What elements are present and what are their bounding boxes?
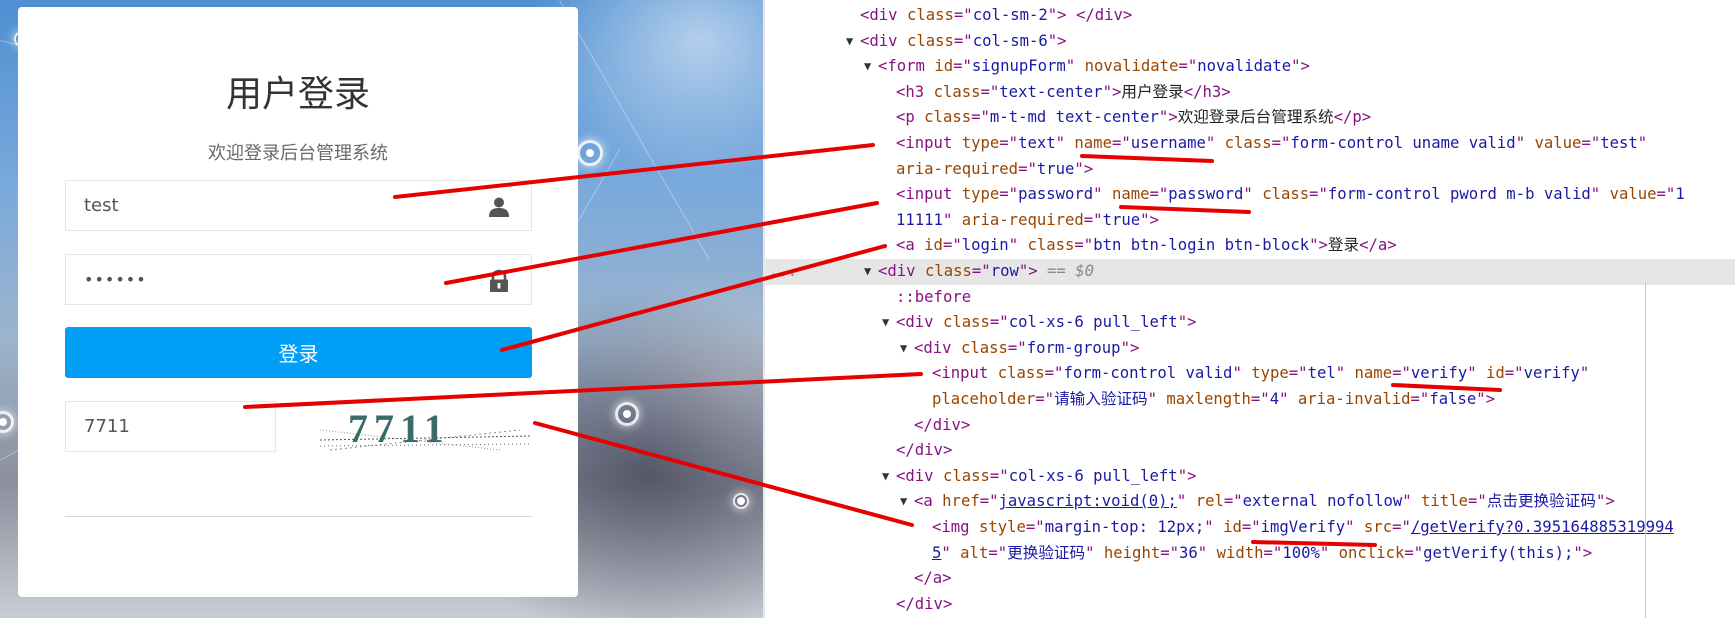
username-value: test — [84, 195, 119, 216]
code-text: <input type="password" name="password" c… — [896, 185, 1685, 204]
decorative-node — [615, 402, 639, 426]
dom-node-row[interactable]: <input class="form-control valid" type="… — [765, 361, 1735, 387]
dom-node-row[interactable]: ::before — [765, 285, 1735, 311]
expand-triangle-icon[interactable]: ▼ — [864, 259, 871, 284]
dom-node-row[interactable]: <img style="margin-top: 12px;" id="imgVe… — [765, 515, 1735, 541]
captcha-text: 7711 — [348, 406, 450, 451]
dom-node-row[interactable]: ▼ <form id="signupForm" novalidate="noval… — [765, 54, 1735, 80]
password-value: •••••• — [84, 270, 147, 289]
code-text: </a> — [914, 569, 952, 588]
code-text: <a id="login" class="btn btn-login btn-b… — [896, 236, 1397, 255]
code-text: <div class="row"> == $0 — [878, 262, 1094, 280]
code-text: <input class="form-control valid" type="… — [932, 364, 1590, 383]
decorative-node — [577, 140, 603, 166]
verify-code-value: 7711 — [84, 416, 130, 437]
expand-triangle-icon[interactable]: ▼ — [882, 464, 889, 489]
code-text: <div class="col-sm-6"> — [860, 31, 1067, 50]
code-text: placeholder="请输入验证码" maxlength="4" aria-… — [932, 390, 1496, 408]
user-icon — [489, 197, 509, 217]
dom-node-row[interactable]: ▼ <div class="col-sm-6"> — [765, 29, 1735, 55]
code-text: <div class="col-xs-6 pull_left"> — [896, 313, 1197, 332]
code-text: <form id="signupForm" novalidate="novali… — [878, 57, 1310, 76]
code-text: </div> — [896, 594, 953, 613]
expand-triangle-icon[interactable]: ▼ — [864, 54, 871, 79]
code-text: <div class="col-sm-2"> </div> — [860, 6, 1133, 24]
code-text: </div> — [896, 441, 953, 460]
lock-icon — [490, 269, 508, 292]
captcha-image[interactable]: 7711 — [320, 400, 532, 452]
dom-node-row[interactable]: ▼ <a href="javascript:void(0);" rel="exte… — [765, 489, 1735, 515]
decorative-node — [0, 411, 14, 433]
dom-node-row[interactable]: aria-required="true"> — [765, 157, 1735, 183]
code-text: aria-required="true"> — [896, 159, 1094, 178]
ellipsis-marker: ... — [769, 262, 798, 280]
tree-guide-line — [1645, 282, 1646, 618]
code-text: </div> — [914, 415, 971, 434]
login-subtitle: 欢迎登录后台管理系统 — [208, 143, 388, 164]
code-text: <input type="text" name="username" class… — [896, 134, 1648, 152]
code-text: <p class="m-t-md text-center">欢迎登录后台管理系统… — [896, 108, 1372, 127]
decorative-node — [733, 493, 749, 509]
expand-triangle-icon[interactable]: ▼ — [900, 489, 907, 514]
devtools-elements-panel: <div class="col-sm-2"> </div> ▼ <div class… — [763, 0, 1735, 618]
dom-node-row[interactable]: <input type="text" name="username" class… — [765, 131, 1735, 157]
dom-node-row[interactable]: <p class="m-t-md text-center">欢迎登录后台管理系统… — [765, 105, 1735, 131]
login-page-background: 用户登录 欢迎登录后台管理系统 — [0, 0, 763, 618]
login-title: 用户登录 — [225, 74, 370, 115]
username-input[interactable]: test — [65, 180, 532, 231]
code-text: <div class="form-group"> — [914, 338, 1140, 357]
dom-node-row[interactable]: 5" alt="更换验证码" height="36" width="100%" … — [765, 541, 1735, 567]
code-text: 11111" aria-required="true"> — [896, 210, 1159, 229]
dom-node-row[interactable]: </div> — [765, 413, 1735, 439]
code-text: <h3 class="text-center">用户登录</h3> — [896, 82, 1231, 101]
dom-node-row[interactable]: ▼ <div class="col-xs-6 pull_left"> — [765, 464, 1735, 490]
expand-triangle-icon[interactable]: ▼ — [882, 310, 889, 335]
code-text: 5" alt="更换验证码" height="36" width="100%" … — [932, 543, 1593, 562]
login-button[interactable]: 登录 — [65, 327, 532, 378]
verify-code-input[interactable]: 7711 — [65, 401, 276, 452]
dom-node-row[interactable]: <a id="login" class="btn btn-login btn-b… — [765, 233, 1735, 259]
dom-node-row[interactable]: </div> — [765, 438, 1735, 464]
password-input[interactable]: •••••• — [65, 254, 532, 305]
dom-node-row[interactable]: <h3 class="text-center">用户登录</h3> — [765, 80, 1735, 106]
dom-node-row[interactable]: <div class="col-sm-2"> </div> — [765, 3, 1735, 29]
dom-node-row[interactable]: placeholder="请输入验证码" maxlength="4" aria-… — [765, 387, 1735, 413]
card-divider — [65, 516, 532, 517]
code-text: <img style="margin-top: 12px;" id="imgVe… — [932, 518, 1674, 536]
expand-triangle-icon[interactable]: ▼ — [846, 29, 853, 54]
dom-node-row[interactable]: <input type="password" name="password" c… — [765, 182, 1735, 208]
dom-node-row[interactable]: ▼ <div class="form-group"> — [765, 336, 1735, 362]
expand-triangle-icon[interactable]: ▼ — [900, 336, 907, 361]
dom-node-row[interactable]: ▼ <div class="col-xs-6 pull_left"> — [765, 310, 1735, 336]
code-text: <div class="col-xs-6 pull_left"> — [896, 466, 1197, 485]
dom-node-row[interactable]: </a> — [765, 566, 1735, 592]
dom-node-row-selected[interactable]: ... ▼ <div class="row"> == $0 — [765, 259, 1735, 285]
dom-node-row[interactable]: 11111" aria-required="true"> — [765, 208, 1735, 234]
code-text: <a href="javascript:void(0);" rel="exter… — [914, 492, 1615, 511]
dom-node-row[interactable]: </div> — [765, 592, 1735, 618]
code-text: ::before — [896, 287, 972, 306]
